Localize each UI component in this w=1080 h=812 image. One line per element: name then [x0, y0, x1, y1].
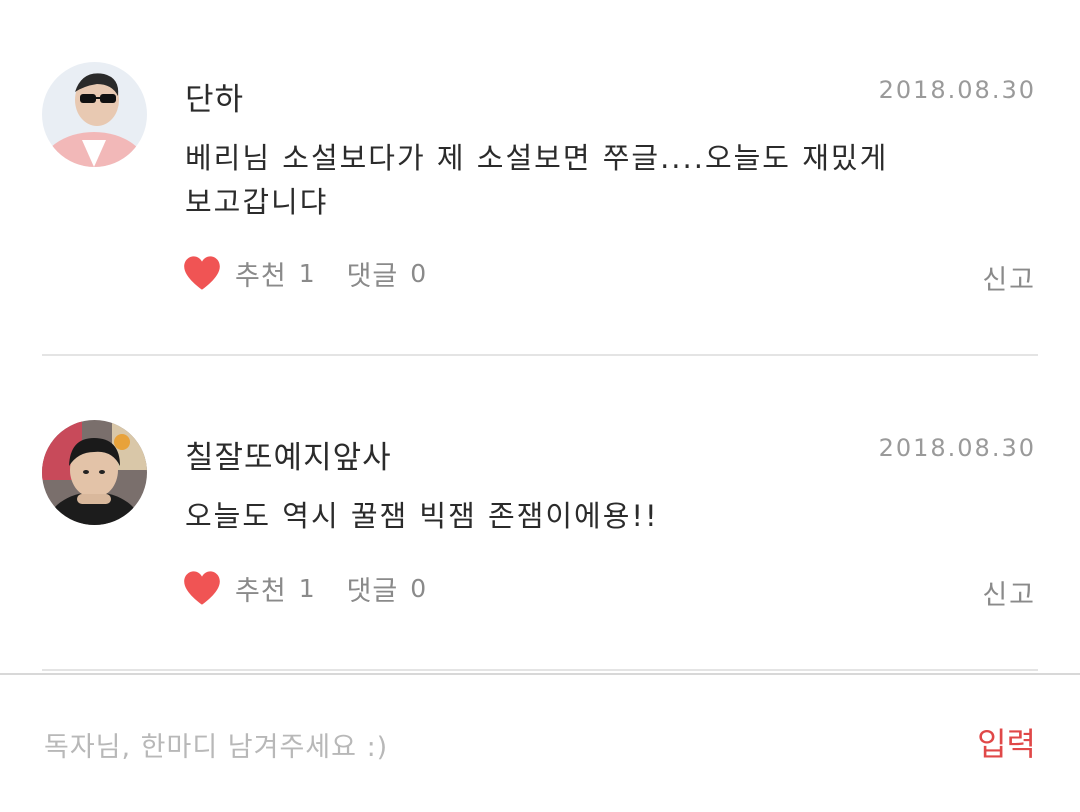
like-button[interactable]: 추천 1: [183, 254, 315, 293]
like-label: 추천: [235, 260, 287, 292]
comment-text: 베리님 소설보다가 제 소설보면 쭈글....오늘도 재밌게 보고갑니댜: [185, 136, 965, 224]
comment-input-bar: 입력: [0, 673, 1080, 812]
reply-button[interactable]: 댓글 0: [347, 569, 427, 608]
submit-button[interactable]: 입력: [977, 719, 1036, 765]
reply-label: 댓글: [346, 260, 399, 292]
like-count: 1: [298, 258, 315, 288]
reply-button[interactable]: 댓글 0: [347, 254, 427, 293]
comment-actions: 추천 1 댓글 0: [183, 568, 426, 608]
reply-count: 0: [410, 573, 427, 603]
comment-author[interactable]: 단하: [185, 74, 244, 119]
avatar[interactable]: [42, 62, 147, 167]
comment-actions: 추천 1 댓글 0: [183, 253, 426, 293]
comment-text-line: 오늘도 역시 꿀잼 빅잼 존잼이에용!!: [185, 499, 659, 533]
comment-author[interactable]: 칠잘또예지앞사: [185, 432, 392, 477]
like-count: 1: [298, 573, 315, 603]
heart-icon: [184, 571, 220, 605]
comment-date: 2018.08.30: [878, 434, 1036, 462]
divider: [42, 669, 1038, 671]
comment-item: 단하 2018.08.30 베리님 소설보다가 제 소설보면 쭈글....오늘도…: [0, 0, 1080, 356]
like-label: 추천: [235, 575, 287, 607]
reply-count: 0: [410, 258, 427, 288]
comment-item: 칠잘또예지앞사 2018.08.30 오늘도 역시 꿀잼 빅잼 존잼이에용!! …: [0, 356, 1080, 673]
heart-icon: [184, 256, 220, 290]
reply-label: 댓글: [346, 575, 399, 607]
report-button[interactable]: 신고: [982, 573, 1036, 612]
comment-text: 오늘도 역시 꿀잼 빅잼 존잼이에용!!: [185, 494, 965, 538]
comment-input[interactable]: [44, 723, 924, 771]
comment-text-line: 보고갑니댜: [185, 185, 329, 219]
comment-date: 2018.08.30: [878, 76, 1036, 104]
avatar[interactable]: [42, 420, 147, 525]
report-button[interactable]: 신고: [982, 258, 1036, 297]
comment-text-line: 베리님 소설보다가 제 소설보면 쭈글....오늘도 재밌게: [185, 141, 889, 175]
like-button[interactable]: 추천 1: [183, 569, 315, 608]
